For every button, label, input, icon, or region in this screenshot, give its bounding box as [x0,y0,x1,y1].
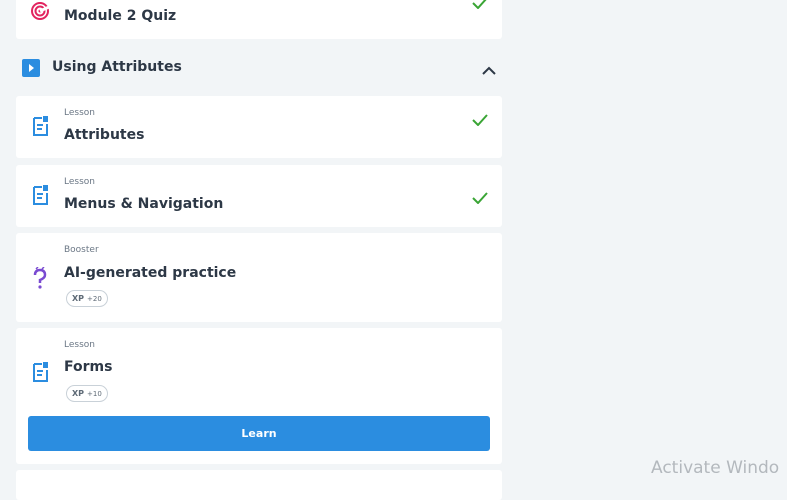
lesson-doc-icon [33,116,48,140]
xp-label: XP [72,294,85,303]
quiz-title: Module 2 Quiz [64,8,177,24]
question-icon [33,266,47,293]
target-icon [30,1,50,25]
lesson-title: Attributes [64,127,145,143]
booster-card[interactable]: Booster AI-generated practice XP +20 [16,233,502,322]
play-icon [22,59,40,81]
lesson-kicker: Lesson [64,340,95,350]
section-header[interactable]: Using Attributes [16,42,502,92]
check-icon [472,189,488,208]
lesson-card[interactable]: Lesson Attributes [16,96,502,158]
learn-button[interactable]: Learn [28,416,490,451]
check-icon [472,111,488,130]
lesson-card[interactable]: Lesson Menus & Navigation [16,165,502,227]
xp-label: XP [72,389,85,398]
activation-watermark: Activate Windo [651,458,780,478]
lesson-title: Forms [64,359,113,375]
xp-badge: XP +10 [66,385,108,402]
lesson-title: Menus & Navigation [64,196,224,212]
xp-badge: XP +20 [66,290,108,307]
lesson-doc-icon [33,185,48,209]
chevron-up-icon[interactable] [482,61,496,80]
xp-value: +20 [87,294,102,303]
booster-kicker: Booster [64,245,99,255]
lesson-kicker: Lesson [64,177,95,187]
quiz-card[interactable]: Module 2 Quiz [16,0,502,39]
lesson-kicker: Lesson [64,108,95,118]
check-icon [472,0,488,13]
next-card[interactable] [16,470,502,500]
xp-value: +10 [87,389,102,398]
lesson-doc-icon [33,362,48,386]
section-title: Using Attributes [52,59,182,75]
booster-title: AI-generated practice [64,265,237,281]
lesson-card-current[interactable]: Lesson Forms XP +10 Learn [16,328,502,464]
